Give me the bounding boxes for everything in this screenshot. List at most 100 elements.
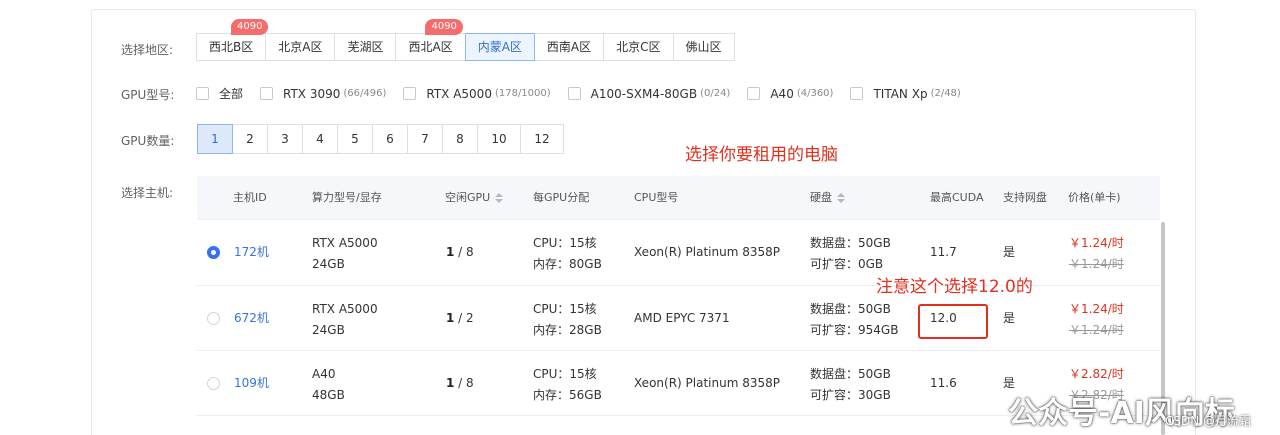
host-label: 选择主机:: [121, 186, 174, 200]
gpu-type-filter: 全部 RTX 3090 (66/496) RTX A5000 (178/1000…: [196, 85, 978, 102]
gpu-count-option[interactable]: 10: [477, 124, 521, 154]
radio-button-selected[interactable]: [207, 246, 220, 259]
cuda-version: 11.6: [930, 376, 957, 390]
region-option-label: 西南A区: [546, 40, 592, 54]
checkbox-icon[interactable]: [567, 87, 581, 100]
gpu-type-name: RTX A5000: [426, 86, 492, 101]
checkbox-icon[interactable]: [747, 87, 761, 100]
netdisk-support: 是: [1003, 245, 1016, 259]
region-option-label: 芜湖区: [347, 40, 384, 54]
gpu-type-option-all[interactable]: 全部: [196, 85, 243, 102]
radio-button[interactable]: [207, 377, 220, 390]
gpu-type-option-a40[interactable]: A40 (4/360): [747, 87, 833, 101]
checkbox-icon[interactable]: [403, 87, 417, 100]
price: ￥1.24/时 ￥1.24/时: [1069, 236, 1124, 271]
gpu-spec: RTX A5000 24GB: [312, 236, 378, 271]
disk-info: 数据盘：50GB 可扩容：0GB: [810, 236, 891, 271]
region-option-xibei-b[interactable]: 4090 西北B区: [196, 19, 269, 61]
gpu-availability: (66/496): [343, 88, 387, 99]
host-id[interactable]: 672机: [234, 308, 269, 329]
region-option-beijing-a[interactable]: 北京A区: [265, 33, 336, 61]
column-header-id: 主机ID: [233, 191, 267, 204]
column-header-per-gpu: 每GPU分配: [533, 191, 590, 204]
gpu-availability: (2/48): [930, 88, 961, 99]
free-gpu: 1 / 2: [446, 311, 474, 325]
sort-icon[interactable]: [495, 193, 504, 203]
column-header-netdisk: 支持网盘: [1003, 191, 1047, 204]
gpu-type-name: A100-SXM4-80GB: [590, 86, 698, 101]
gpu-count-label: GPU数量:: [121, 134, 175, 148]
gpu-count-option[interactable]: 8: [442, 124, 478, 154]
gpu-type-option-rtx3090[interactable]: RTX 3090 (66/496): [260, 87, 386, 101]
gpu-count-option[interactable]: 6: [372, 124, 408, 154]
disk-info: 数据盘：50GB 可扩容：954GB: [810, 302, 899, 337]
column-header-disk[interactable]: 硬盘: [810, 176, 845, 220]
host-id[interactable]: 109机: [234, 373, 269, 394]
netdisk-support: 是: [1003, 311, 1016, 325]
checkbox-icon[interactable]: [196, 87, 209, 100]
host-id[interactable]: 172机: [234, 242, 269, 263]
column-header-cuda: 最高CUDA: [930, 191, 984, 204]
column-header-price: 价格(单卡): [1068, 191, 1121, 204]
region-option-beijing-c[interactable]: 北京C区: [603, 33, 674, 61]
region-option-foshan[interactable]: 佛山区: [672, 33, 735, 61]
gpu-count-option[interactable]: 2: [232, 124, 268, 154]
region-option-wuhu[interactable]: 芜湖区: [334, 33, 397, 61]
cuda-version: 11.7: [930, 245, 957, 259]
checkbox-icon[interactable]: [260, 87, 274, 100]
column-header-text: 空闲GPU: [445, 191, 491, 204]
free-gpu: 1 / 8: [446, 376, 474, 390]
region-option-xinan-a[interactable]: 西南A区: [533, 33, 605, 61]
per-gpu-alloc: CPU：15核 内存：28GB: [533, 302, 602, 337]
gpu-count-option[interactable]: 1: [197, 124, 233, 154]
per-gpu-alloc: CPU：15核 内存：80GB: [533, 236, 602, 271]
gpu-type-option-titanxp[interactable]: TITAN Xp (2/48): [850, 86, 961, 101]
gpu-count-option[interactable]: 4: [302, 124, 338, 154]
region-label: 选择地区:: [121, 43, 174, 57]
gpu-type-label: GPU型号:: [121, 88, 175, 102]
gpu-type-name: RTX 3090: [283, 86, 341, 101]
region-option-label: 佛山区: [685, 40, 722, 54]
annotation-note-cuda: 注意这个选择12.0的: [876, 277, 1033, 297]
table-header: 主机ID 算力型号/显存 空闲GPU 每GPU分配 CPU型号 硬盘 最高CUD…: [197, 176, 1160, 220]
gpu-type-name: 全部: [219, 87, 244, 101]
free-gpu: 1 / 8: [446, 245, 474, 259]
column-header-text: 硬盘: [810, 191, 832, 204]
gpu-count-option[interactable]: 5: [337, 124, 373, 154]
region-option-label: 西北B区: [209, 40, 254, 54]
gpu-availability: (4/360): [796, 88, 834, 99]
gpu-count-option[interactable]: 3: [267, 124, 303, 154]
radio-button[interactable]: [207, 312, 220, 325]
disk-info: 数据盘：50GB 可扩容：30GB: [810, 367, 891, 402]
checkbox-icon[interactable]: [850, 87, 864, 100]
column-header-gpu: 算力型号/显存: [312, 191, 382, 204]
cpu-model: Xeon(R) Platinum 8358P: [634, 376, 780, 390]
gpu-type-option-a100[interactable]: A100-SXM4-80GB (0/24): [567, 86, 731, 101]
cpu-model: Xeon(R) Platinum 8358P: [634, 245, 780, 259]
region-badge: 4090: [425, 19, 463, 35]
region-option-label: 西北A区: [408, 40, 453, 54]
gpu-type-option-rtxa5000[interactable]: RTX A5000 (178/1000): [403, 86, 551, 101]
region-option-label: 北京C区: [616, 40, 661, 54]
per-gpu-alloc: CPU：15核 内存：56GB: [533, 367, 602, 402]
gpu-count-option[interactable]: 7: [407, 124, 443, 154]
region-badge: 4090: [231, 19, 269, 35]
region-option-neimeng-a[interactable]: 内蒙A区: [464, 33, 535, 61]
column-header-free-gpu[interactable]: 空闲GPU: [445, 176, 504, 220]
annotation-choose-pc: 选择你要租用的电脑: [685, 145, 838, 165]
gpu-type-name: TITAN Xp: [873, 86, 928, 101]
column-header-cpu: CPU型号: [634, 191, 679, 204]
region-option-xibei-a[interactable]: 4090 西北A区: [395, 19, 466, 61]
region-option-label: 北京A区: [278, 40, 323, 54]
cuda-highlight-box: [918, 304, 988, 339]
gpu-count-selector: 1 2 3 4 5 6 7 8 10 12: [197, 124, 564, 154]
region-option-label: 内蒙A区: [477, 40, 522, 54]
sort-icon[interactable]: [837, 193, 845, 203]
csdn-watermark: CSDN @月流霜: [1165, 414, 1252, 428]
gpu-count-option[interactable]: 12: [520, 124, 564, 154]
gpu-availability: (0/24): [700, 88, 731, 99]
gpu-spec: RTX A5000 24GB: [312, 302, 378, 337]
gpu-availability: (178/1000): [494, 88, 551, 99]
price: ￥1.24/时 ￥1.24/时: [1069, 302, 1124, 337]
cpu-model: AMD EPYC 7371: [634, 311, 730, 325]
